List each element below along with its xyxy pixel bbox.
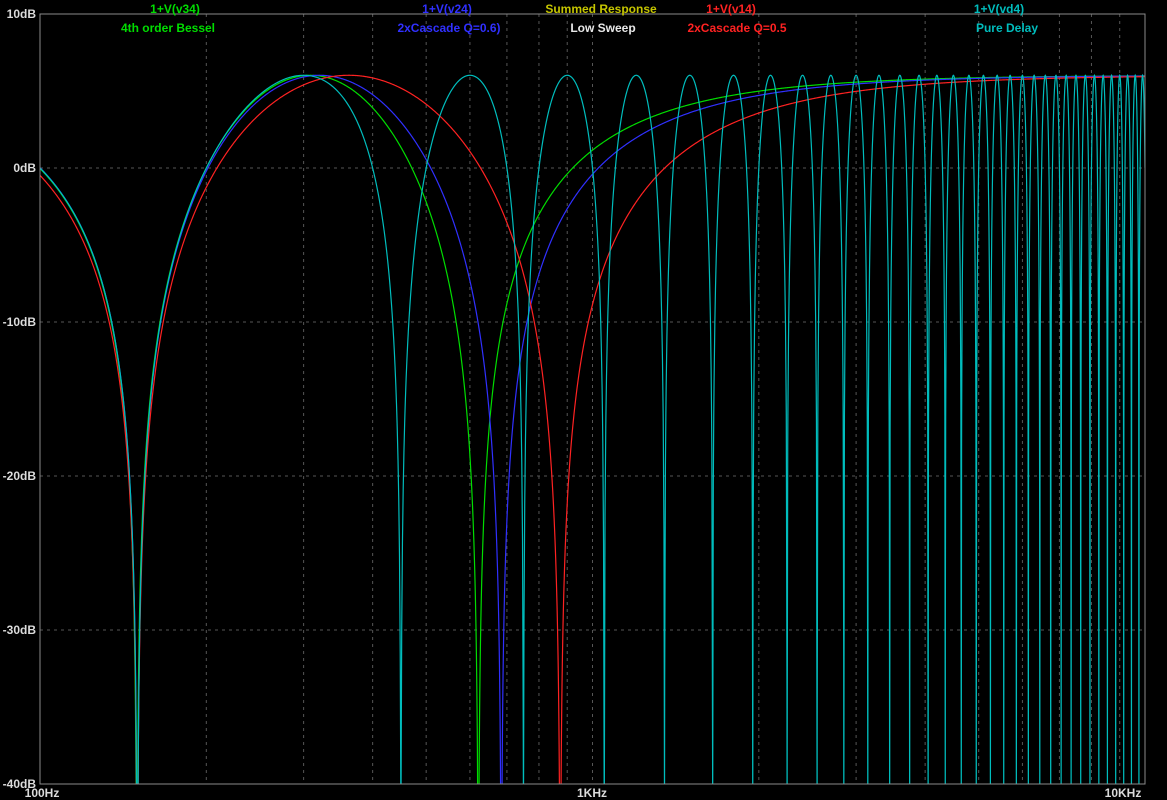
legend-trace-name: 1+V(v14) — [706, 2, 756, 16]
plot-canvas — [39, 13, 1146, 785]
frequency-response-plot: 10dB 0dB -10dB -20dB -30dB -40dB 100Hz 1… — [0, 0, 1167, 800]
legend-trace-description: 4th order Bessel — [120, 21, 216, 35]
y-axis-tick-label: -10dB — [2, 315, 36, 329]
legend-trace-description: Low Sweep — [570, 21, 636, 35]
y-axis-tick-label: -30dB — [2, 623, 36, 637]
x-axis-tick-label: 1KHz — [576, 786, 608, 800]
y-axis-tick-label: 10dB — [6, 7, 36, 21]
y-axis-tick-label: 0dB — [13, 161, 36, 175]
legend-trace-name: 1+V(v34) — [150, 2, 200, 16]
legend-trace-name: 1+V(vd4) — [973, 2, 1025, 16]
y-axis-tick-label: -20dB — [2, 469, 36, 483]
x-axis-tick-label: 10KHz — [1104, 786, 1142, 800]
legend-trace-name: Summed Response — [545, 2, 657, 16]
x-axis-tick-label: 100Hz — [24, 786, 60, 800]
legend-trace-description: 2xCascade Q=0.5 — [687, 21, 787, 35]
legend-trace-description: Pure Delay — [975, 21, 1039, 35]
legend-trace-description: 2xCascade Q=0.6) — [397, 21, 501, 35]
legend-trace-name: 1+V(v24) — [422, 2, 472, 16]
